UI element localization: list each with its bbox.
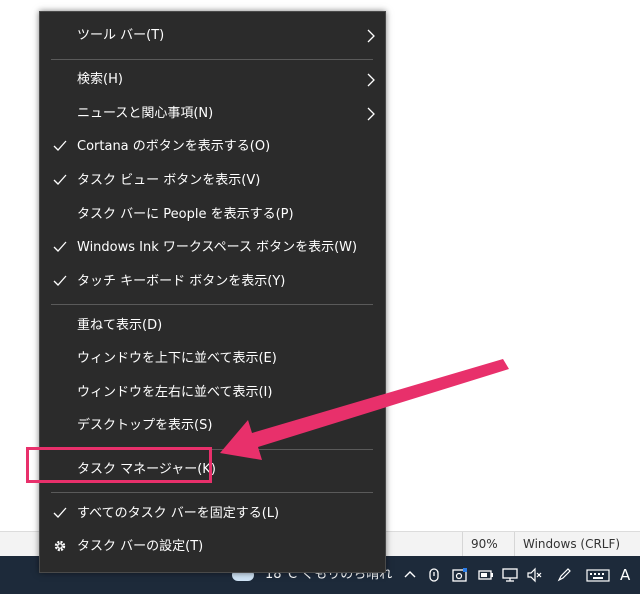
menu-item-label: 重ねて表示(D): [77, 318, 163, 333]
menu-item-lock-taskbar[interactable]: すべてのタスク バーを固定する(L): [40, 499, 385, 529]
menu-item-touch-keyboard[interactable]: タッチ キーボード ボタンを表示(Y): [40, 267, 385, 297]
menu-item-label: タスク バーに People を表示する(P): [77, 207, 294, 222]
volume-muted-icon[interactable]: [526, 567, 542, 583]
checkmark-icon: [53, 241, 67, 252]
menu-item-news-interests[interactable]: ニュースと関心事項(N): [40, 99, 385, 129]
menu-item-toolbars[interactable]: ツール バー(T): [40, 21, 385, 51]
menu-item-label: デスクトップを表示(S): [77, 418, 213, 433]
touch-keyboard-icon[interactable]: [586, 567, 610, 583]
menu-item-label: Cortana のボタンを表示する(O): [77, 139, 271, 154]
menu-item-cascade[interactable]: 重ねて表示(D): [40, 311, 385, 341]
menu-item-label: ツール バー(T): [77, 28, 165, 43]
menu-item-label: 検索(H): [77, 72, 123, 87]
menu-item-label: ニュースと関心事項(N): [77, 106, 214, 121]
annotation-arrow: [220, 359, 509, 460]
menu-separator: [51, 304, 373, 305]
checkmark-icon: [53, 174, 67, 185]
checkmark-icon: [53, 140, 67, 151]
pen-icon[interactable]: [556, 567, 572, 583]
menu-item-label: すべてのタスク バーを固定する(L): [77, 506, 280, 521]
menu-item-label: タスク バーの設定(T): [77, 539, 204, 554]
camera-icon[interactable]: [452, 567, 468, 583]
zoom-level[interactable]: 90%: [462, 532, 521, 557]
menu-item-show-people[interactable]: タスク バーに People を表示する(P): [40, 200, 385, 230]
checkmark-icon: [53, 275, 67, 286]
line-ending[interactable]: Windows (CRLF): [514, 532, 640, 557]
chevron-right-icon: [367, 29, 375, 43]
checkmark-icon: [53, 507, 67, 518]
menu-item-cortana-button[interactable]: Cortana のボタンを表示する(O): [40, 132, 385, 162]
menu-item-label: タスク ビュー ボタンを表示(V): [77, 173, 261, 188]
chevron-right-icon: [367, 107, 375, 121]
menu-item-label: タッチ キーボード ボタンを表示(Y): [77, 274, 286, 289]
ime-indicator[interactable]: A: [620, 556, 630, 594]
battery-icon[interactable]: [478, 567, 494, 583]
taskbar-context-menu: ツール バー(T) 検索(H) ニュースと関心事項(N) Cortana のボタ…: [39, 11, 386, 573]
menu-item-taskbar-settings[interactable]: タスク バーの設定(T): [40, 532, 385, 562]
menu-item-windows-ink[interactable]: Windows Ink ワークスペース ボタンを表示(W): [40, 233, 385, 263]
menu-item-label: Windows Ink ワークスペース ボタンを表示(W): [77, 240, 358, 255]
highlight-box: [26, 447, 212, 483]
chevron-up-icon[interactable]: [402, 567, 418, 583]
menu-item-search[interactable]: 検索(H): [40, 65, 385, 95]
menu-separator: [51, 59, 373, 60]
gear-icon: [54, 540, 66, 552]
menu-item-task-view-button[interactable]: タスク ビュー ボタンを表示(V): [40, 166, 385, 196]
chevron-right-icon: [367, 73, 375, 87]
meet-now-icon[interactable]: [426, 567, 442, 583]
network-icon[interactable]: [502, 567, 518, 583]
menu-separator: [51, 492, 373, 493]
